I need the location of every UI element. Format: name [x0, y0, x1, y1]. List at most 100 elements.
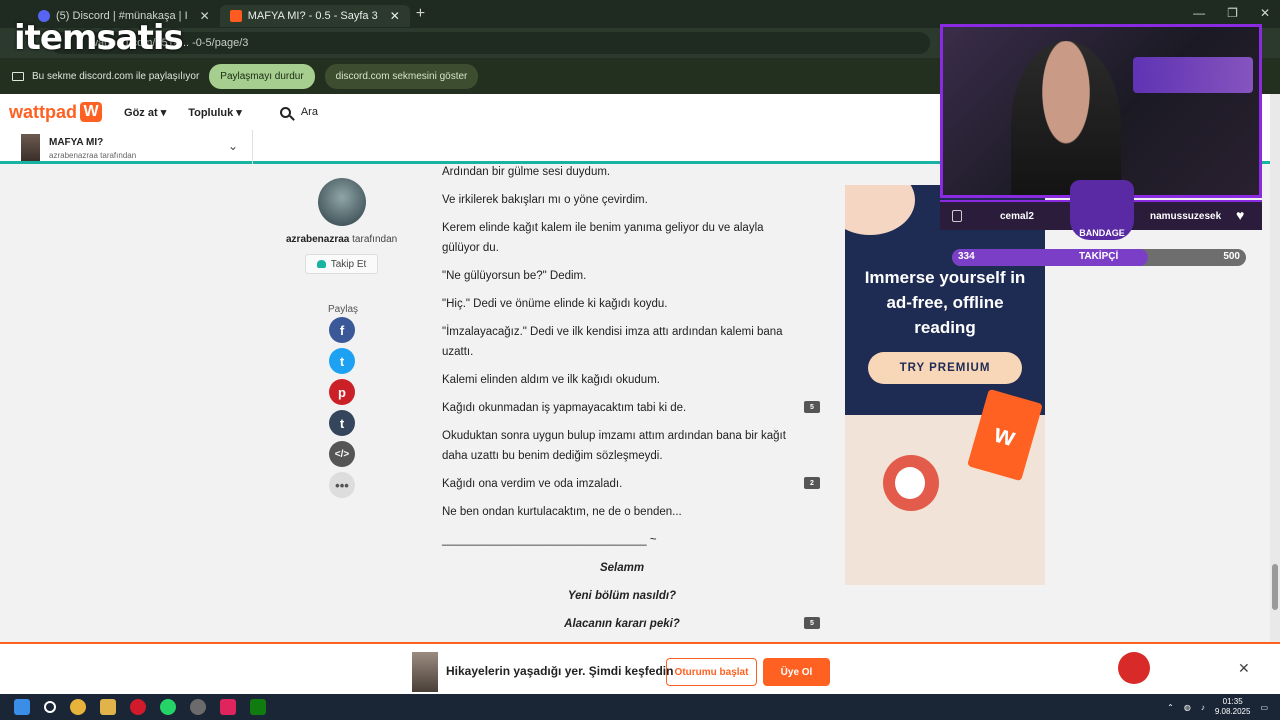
background-light — [1133, 57, 1253, 93]
chrome-icon[interactable] — [70, 699, 86, 715]
wattpad-w-icon: W — [80, 102, 103, 122]
obs-icon[interactable] — [190, 699, 206, 715]
nav-community[interactable]: Topluluk ▾ — [188, 106, 242, 119]
tab-wattpad[interactable]: MAFYA MI? - 0.5 - Sayfa 3 ✕ — [219, 5, 410, 27]
stream-user-bar: cemal2 BANDAGE namussuzesek ♥ — [940, 180, 1262, 240]
follow-button[interactable]: Takip Et — [305, 254, 378, 274]
search-placeholder: Ara — [300, 106, 318, 118]
opera-icon[interactable] — [130, 699, 146, 715]
signup-banner: Hikayelerin yaşadığı yer. Şimdi keşfedin… — [0, 642, 1280, 694]
comment-count-badge[interactable]: 5 — [804, 401, 820, 413]
share-label: Paylaş — [328, 304, 359, 315]
nav-browse[interactable]: Göz at ▾ — [124, 106, 166, 119]
ad-illustration-face — [895, 467, 925, 499]
story-paragraph: "Hiç." Dedi ve önüme elinde ki kağıdı ko… — [442, 298, 668, 310]
story-paragraph: Ardından bir gülme sesi duydum. — [442, 166, 611, 178]
story-divider-line: ________________________________ ~ — [442, 534, 657, 546]
ad-headline: Immerse yourself in ad-free, offline rea… — [864, 268, 1026, 337]
close-icon[interactable]: ✕ — [1238, 660, 1250, 677]
search-box[interactable]: Ara — [279, 106, 318, 118]
file-explorer-icon[interactable] — [100, 699, 116, 715]
page-scrollbar[interactable] — [1270, 94, 1280, 642]
close-icon[interactable]: ✕ — [390, 9, 400, 23]
clock[interactable]: 01:35 9.08.2025 — [1215, 697, 1251, 717]
minimize-icon[interactable]: — — [1193, 6, 1205, 20]
search-icon[interactable] — [44, 701, 56, 713]
whatsapp-icon[interactable] — [160, 699, 176, 715]
story-paragraph: Ne ben ondan kurtulacaktım, ne de o bend… — [442, 506, 682, 518]
xbox-icon[interactable] — [250, 699, 266, 715]
comment-count-badge[interactable]: 2 — [804, 477, 820, 489]
story-paragraph: Ve irkilerek bakışları mı o yöne çevirdi… — [442, 194, 648, 206]
divider — [252, 130, 253, 164]
story-paragraph: "İmzalayacağız." Dedi ve ilk kendisi imz… — [442, 326, 783, 358]
restore-icon[interactable]: ❐ — [1227, 6, 1238, 20]
webcam-overlay — [940, 24, 1262, 198]
story-title[interactable]: MAFYA MI? — [49, 137, 103, 148]
windows-taskbar: ⌃ ◍ ♪ 01:35 9.08.2025 ▭ — [0, 694, 1280, 720]
windows-start-icon[interactable] — [14, 699, 30, 715]
story-cover[interactable] — [21, 134, 40, 161]
story-paragraph: Yeni bölüm nasıldı? — [567, 590, 677, 602]
pinterest-icon[interactable]: p — [329, 379, 355, 405]
close-icon[interactable]: ✕ — [200, 9, 210, 23]
screen-share-icon — [12, 71, 24, 81]
twitter-icon[interactable]: t — [329, 348, 355, 374]
story-paragraph: "Ne gülüyorsun be?" Dedim. — [442, 270, 587, 282]
pen-logo-icon — [1118, 652, 1150, 684]
facebook-icon[interactable]: f — [329, 317, 355, 343]
story-paragraph: Selamm — [599, 562, 645, 574]
share-notice-text: Bu sekme discord.com ile paylaşılıyor — [32, 70, 200, 82]
close-window-icon[interactable]: ✕ — [1260, 6, 1270, 20]
follower-goal-fill — [952, 249, 1149, 266]
stream-user-right: namussuzesek — [1150, 211, 1222, 222]
login-button[interactable]: Oturumu başlat — [666, 658, 757, 686]
new-tab-button[interactable]: + — [416, 5, 425, 23]
itemsatis-logo: itemsatis — [14, 18, 184, 58]
stop-sharing-button[interactable]: Paylaşmayı durdur — [209, 63, 315, 89]
more-icon[interactable]: ••• — [329, 472, 355, 498]
streamer-webcam — [1011, 41, 1121, 195]
tumblr-icon[interactable]: t — [329, 410, 355, 436]
story-byline: azrabenazraa tarafından — [49, 151, 137, 160]
chevron-up-icon[interactable]: ⌃ — [1167, 703, 1174, 712]
phone-icon — [952, 210, 962, 222]
volume-icon[interactable]: ♪ — [1201, 703, 1205, 712]
story-paragraph: Kağıdı ona verdim ve oda imzaladı. — [442, 478, 623, 490]
share-notice: Bu sekme discord.com ile paylaşılıyor — [12, 71, 199, 82]
logo-text: wattpad — [9, 101, 78, 122]
notification-icon[interactable]: ▭ — [1260, 703, 1268, 712]
clock-time: 01:35 — [1222, 697, 1243, 706]
follower-goal: 500 — [1223, 251, 1240, 262]
chevron-down-icon[interactable]: ⌄ — [228, 139, 238, 153]
author-avatar[interactable] — [318, 178, 366, 226]
author-line: azrabenazraa tarafından — [286, 234, 397, 245]
follower-label: TAKİPÇİ — [1079, 251, 1119, 262]
heart-icon: ♥ — [1236, 207, 1245, 223]
follow-label: Takip Et — [330, 258, 367, 270]
embed-icon[interactable]: </> — [329, 441, 355, 467]
stream-user-left: cemal2 — [1000, 211, 1034, 222]
media-player-icon[interactable] — [220, 699, 236, 715]
search-icon — [279, 106, 291, 118]
ad-decoration — [845, 185, 915, 235]
story-cover — [412, 652, 438, 692]
scrollbar-thumb[interactable] — [1272, 564, 1278, 610]
story-paragraph: Alacanın kararı peki? — [564, 618, 680, 630]
wattpad-logo[interactable]: wattpad W — [9, 101, 103, 123]
premium-ad[interactable]: Immerse yourself in ad-free, offline rea… — [845, 185, 1045, 585]
tab-label: MAFYA MI? - 0.5 - Sayfa 3 — [247, 10, 378, 22]
story-paragraph: Kalemi elinden aldım ve ilk kağıdı okudu… — [442, 374, 660, 386]
signup-button[interactable]: Üye Ol — [763, 658, 830, 686]
add-user-icon — [316, 260, 326, 268]
network-icon[interactable]: ◍ — [1184, 703, 1191, 712]
window-controls: — ❐ ✕ — [1193, 6, 1270, 20]
follower-current: 334 — [958, 251, 975, 262]
nav-browse-label: Göz at — [124, 106, 158, 119]
comment-count-badge[interactable]: 5 — [804, 617, 820, 629]
story-paragraph: Okuduktan sonra uygun bulup imzamı attım… — [442, 430, 786, 462]
try-premium-button[interactable]: TRY PREMIUM — [868, 352, 1022, 384]
show-tab-button[interactable]: discord.com sekmesini göster — [324, 63, 479, 89]
wattpad-icon — [229, 10, 242, 22]
author-name[interactable]: azrabenazraa — [286, 234, 349, 245]
